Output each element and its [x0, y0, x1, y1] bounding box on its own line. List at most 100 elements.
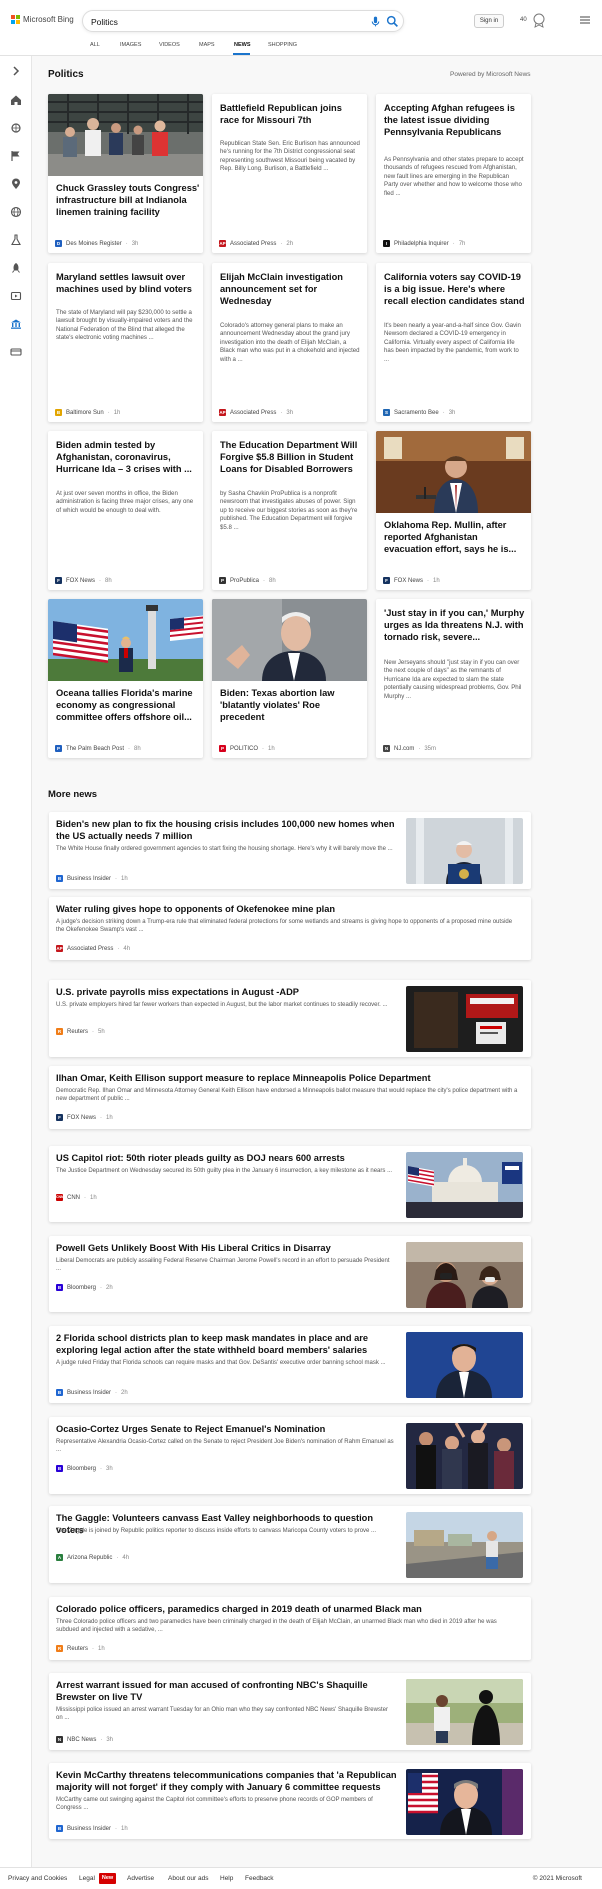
news-card[interactable]: Chuck Grassley touts Congress' infrastru…	[48, 94, 203, 253]
tab-images[interactable]: IMAGES	[120, 42, 141, 48]
footer-link-about-ads[interactable]: About our ads	[168, 1875, 208, 1882]
card-title[interactable]: Oklahoma Rep. Mullin, after reported Afg…	[384, 519, 524, 555]
item-title[interactable]: Powell Gets Unlikely Boost With His Libe…	[56, 1242, 401, 1254]
search-input[interactable]	[91, 15, 341, 28]
item-title[interactable]: Ilhan Omar, Keith Ellison support measur…	[56, 1072, 521, 1084]
news-card[interactable]: Maryland settles lawsuit over machines u…	[48, 263, 203, 422]
footer-link-feedback[interactable]: Feedback	[245, 1875, 274, 1882]
news-card[interactable]: The Education Department Will Forgive $5…	[212, 431, 367, 590]
card-title[interactable]: Oceana tallies Florida's marine economy …	[56, 687, 196, 723]
item-title[interactable]: Colorado police officers, paramedics cha…	[56, 1603, 521, 1615]
item-title[interactable]: Water ruling gives hope to opponents of …	[56, 903, 521, 915]
card-title[interactable]: Maryland settles lawsuit over machines u…	[56, 271, 196, 295]
news-list-item[interactable]: Kevin McCarthy threatens telecommunicati…	[49, 1763, 531, 1839]
item-snippet: Democratic Rep. Ilhan Omar and Minnesota…	[56, 1088, 518, 1103]
hamburger-menu-icon[interactable]	[580, 16, 590, 24]
footer-link-privacy[interactable]: Privacy and Cookies	[8, 1875, 67, 1882]
item-source: R Reuters · 5h	[56, 1028, 105, 1035]
tab-shopping[interactable]: SHOPPING	[268, 42, 297, 48]
publisher-logo-icon: F	[383, 577, 390, 584]
publisher-logo-icon: R	[56, 1645, 63, 1652]
news-list-item[interactable]: 2 Florida school districts plan to keep …	[49, 1326, 531, 1403]
news-card[interactable]: Biden: Texas abortion law 'blatantly vio…	[212, 599, 367, 758]
podium-photo	[406, 818, 523, 884]
card-title[interactable]: Elijah McClain investigation announcemen…	[220, 271, 360, 307]
card-title[interactable]: Accepting Afghan refugees is the latest …	[384, 102, 524, 138]
item-title[interactable]: Kevin McCarthy threatens telecommunicati…	[56, 1769, 401, 1793]
news-list-item[interactable]: Biden's new plan to fix the housing cris…	[49, 812, 531, 889]
news-card[interactable]: Biden admin tested by Afghanistan, coron…	[48, 431, 203, 590]
section-title-politics: Politics	[48, 69, 84, 80]
news-list-item[interactable]: U.S. private payrolls miss expectations …	[49, 980, 531, 1057]
card-snippet: New Jerseyans should "just stay in if yo…	[384, 659, 522, 700]
flag-icon[interactable]	[10, 150, 22, 162]
item-title[interactable]: Biden's new plan to fix the housing cris…	[56, 818, 401, 842]
bing-logo[interactable]: Microsoft Bing	[11, 15, 74, 24]
item-title[interactable]: 2 Florida school districts plan to keep …	[56, 1332, 401, 1356]
card-title[interactable]: Biden admin tested by Afghanistan, coron…	[56, 439, 196, 475]
footer-link-help[interactable]: Help	[220, 1875, 233, 1882]
news-list-item[interactable]: The Gaggle: Volunteers canvass East Vall…	[49, 1506, 531, 1583]
sports-icon[interactable]	[10, 122, 22, 134]
card-title[interactable]: Chuck Grassley touts Congress' infrastru…	[56, 182, 203, 218]
card-title[interactable]: California voters say COVID-19 is a big …	[384, 271, 526, 307]
footer-link-advertise[interactable]: Advertise	[127, 1875, 154, 1882]
capitol-photo	[406, 1152, 523, 1218]
news-card[interactable]: Oceana tallies Florida's marine economy …	[48, 599, 203, 758]
money-icon[interactable]	[10, 346, 22, 358]
tab-videos[interactable]: VIDEOS	[159, 42, 180, 48]
rewards-medal-icon[interactable]	[532, 12, 546, 28]
news-card[interactable]: California voters say COVID-19 is a big …	[376, 263, 531, 422]
card-title[interactable]: 'Just stay in if you can,' Murphy urges …	[384, 607, 526, 643]
publisher-logo-icon: P	[219, 577, 226, 584]
card-source: D Des Moines Register · 3h	[55, 240, 139, 247]
microphone-icon[interactable]	[369, 15, 382, 28]
news-list-item[interactable]: Ilhan Omar, Keith Ellison support measur…	[49, 1066, 531, 1129]
rewards-points[interactable]: 40	[520, 17, 527, 23]
government-icon[interactable]	[10, 318, 22, 330]
news-card[interactable]: Oklahoma Rep. Mullin, after reported Afg…	[376, 431, 531, 590]
news-list-item[interactable]: US Capitol riot: 50th rioter pleads guil…	[49, 1146, 531, 1222]
card-title[interactable]: Battlefield Republican joins race for Mi…	[220, 102, 358, 126]
news-card[interactable]: Elijah McClain investigation announcemen…	[212, 263, 367, 422]
publisher-logo-icon: B	[56, 875, 63, 882]
science-icon[interactable]	[10, 234, 22, 246]
news-list-item[interactable]: Colorado police officers, paramedics cha…	[49, 1597, 531, 1660]
news-card[interactable]: Accepting Afghan refugees is the latest …	[376, 94, 531, 253]
footer-link-legal[interactable]: Legal	[79, 1875, 95, 1882]
item-title[interactable]: U.S. private payrolls miss expectations …	[56, 986, 401, 998]
item-title[interactable]: Ocasio-Cortez Urges Senate to Reject Ema…	[56, 1423, 401, 1435]
tab-news[interactable]: NEWS	[234, 42, 251, 48]
item-source: B Bloomberg · 3h	[56, 1465, 113, 1472]
publisher-logo-icon: P	[55, 745, 62, 752]
globe-icon[interactable]	[10, 206, 22, 218]
tab-maps[interactable]: MAPS	[199, 42, 215, 48]
news-card[interactable]: Battlefield Republican joins race for Mi…	[212, 94, 367, 253]
search-icon[interactable]	[386, 15, 399, 28]
home-icon[interactable]	[10, 94, 22, 106]
item-source: CNN CNN · 1h	[56, 1194, 97, 1201]
tab-all[interactable]: ALL	[90, 42, 100, 48]
item-snippet: A judge's decision striking down a Trump…	[56, 919, 513, 934]
publisher-logo-icon: F	[55, 577, 62, 584]
news-list-item[interactable]: Arrest warrant issued for man accused of…	[49, 1673, 531, 1750]
card-snippet: The state of Maryland will pay $230,000 …	[56, 309, 193, 342]
publisher-logo-icon: AP	[219, 240, 226, 247]
mccarthy-photo	[406, 1769, 523, 1835]
news-list-item[interactable]: Ocasio-Cortez Urges Senate to Reject Ema…	[49, 1417, 531, 1494]
publisher-logo-icon: D	[55, 240, 62, 247]
card-title[interactable]: Biden: Texas abortion law 'blatantly vio…	[220, 687, 360, 723]
news-card[interactable]: 'Just stay in if you can,' Murphy urges …	[376, 599, 531, 758]
chevron-right-icon[interactable]	[10, 65, 22, 77]
rocket-icon[interactable]	[10, 262, 22, 274]
news-list-item[interactable]: Water ruling gives hope to opponents of …	[49, 897, 531, 960]
sign-in-button[interactable]: Sign in	[474, 14, 504, 28]
news-list-item[interactable]: Powell Gets Unlikely Boost With His Libe…	[49, 1236, 531, 1312]
item-title[interactable]: US Capitol riot: 50th rioter pleads guil…	[56, 1152, 401, 1164]
movie-icon[interactable]	[10, 290, 22, 302]
card-title[interactable]: The Education Department Will Forgive $5…	[220, 439, 360, 475]
search-box[interactable]	[82, 10, 404, 32]
item-source: A Arizona Republic · 4h	[56, 1554, 130, 1561]
location-icon[interactable]	[10, 178, 22, 190]
item-title[interactable]: Arrest warrant issued for man accused of…	[56, 1679, 401, 1703]
